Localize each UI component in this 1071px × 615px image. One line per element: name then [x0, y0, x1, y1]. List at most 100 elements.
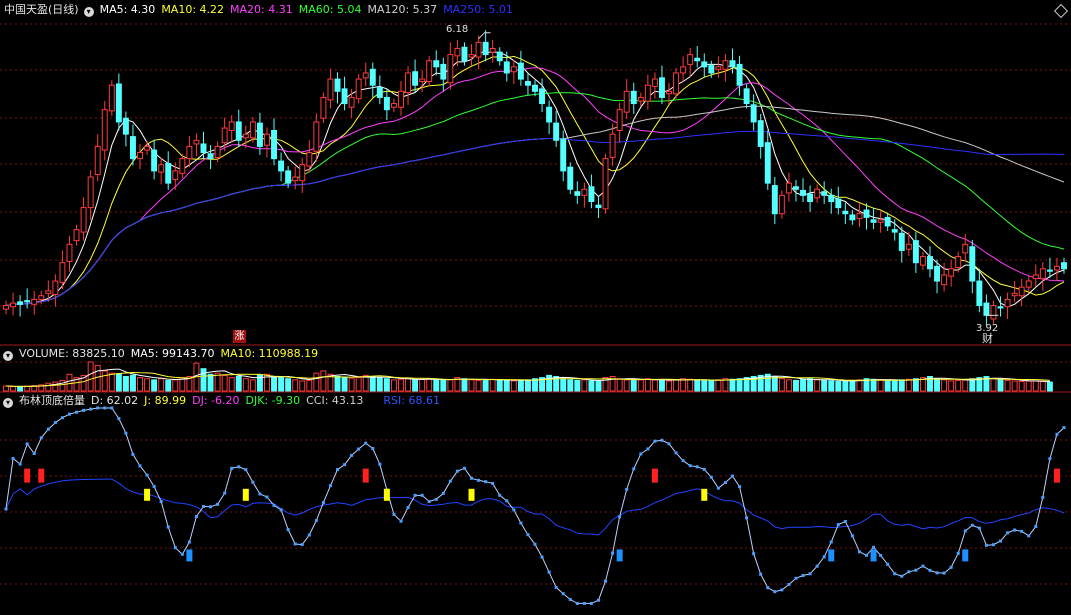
candle-down: [630, 90, 637, 105]
buy-signal-mark: [186, 549, 193, 562]
volume-bar: [412, 379, 419, 392]
volume-bar: [673, 379, 680, 392]
d-point: [11, 457, 15, 460]
d-point: [646, 447, 650, 451]
volume-bar: [771, 376, 778, 392]
indicator-rsi: RSI: 68.61: [383, 394, 440, 407]
buy-signal-mark: [870, 549, 877, 562]
candle-down: [588, 186, 595, 202]
top-signal-mark: [1053, 468, 1060, 483]
candle-down: [482, 41, 489, 56]
d-point: [53, 421, 57, 425]
candle-up: [10, 302, 17, 308]
candle-up: [722, 60, 729, 70]
candle-down: [771, 185, 778, 215]
candle-up: [1053, 265, 1060, 271]
d-point: [82, 408, 86, 412]
volume-bar: [990, 378, 997, 392]
d-point: [730, 474, 734, 478]
candle-up: [468, 54, 475, 58]
volume-bar: [807, 378, 814, 392]
indicator-j: J: 89.99: [144, 394, 187, 407]
candle-up: [172, 170, 179, 180]
volume-bar: [588, 380, 595, 392]
candle-down: [969, 246, 976, 282]
d-point: [632, 467, 636, 471]
volume-bar: [129, 374, 136, 392]
volume-bar: [687, 378, 694, 392]
d-point: [625, 487, 629, 491]
candle-up: [320, 96, 327, 119]
volume-bar: [45, 382, 52, 392]
d-point: [970, 523, 974, 527]
candle-up: [1004, 298, 1011, 308]
volume-bar: [158, 378, 165, 392]
d-point: [251, 480, 255, 484]
volume-bar: [24, 385, 31, 392]
volume-bar: [489, 378, 496, 392]
candle-down: [278, 160, 285, 172]
volume-bar: [1032, 380, 1039, 392]
volume-bar: [560, 378, 567, 392]
volume-bar: [778, 378, 785, 392]
volume-bar: [52, 381, 59, 392]
d-point: [364, 441, 368, 445]
d-point: [413, 493, 417, 497]
d-point: [307, 533, 311, 537]
d-point: [462, 466, 466, 470]
candle-down: [503, 61, 510, 74]
candle-up: [447, 54, 454, 84]
d-point: [1048, 457, 1052, 461]
volume-bar: [320, 370, 327, 392]
candle-up: [313, 121, 320, 152]
volume-bar: [426, 378, 433, 392]
sell-signal-mark: [242, 488, 249, 501]
volume-bar: [877, 379, 884, 392]
chevron-down-icon[interactable]: ▾: [3, 351, 13, 361]
legend-ma120: MA120: 5.37: [367, 3, 438, 16]
d-point: [794, 576, 798, 580]
d-point: [921, 564, 925, 568]
volume-bar: [800, 378, 806, 392]
d-point: [596, 598, 600, 602]
d-point: [343, 463, 347, 467]
candle-up: [962, 243, 969, 254]
high-price-label: 6.18: [446, 24, 468, 35]
candle-down: [983, 302, 990, 316]
legend-ma5: MA5: 4.30: [99, 3, 156, 16]
buy-signal-mark: [616, 549, 623, 562]
indicator-cci: CCI: 43.13: [306, 394, 364, 407]
d-point: [766, 586, 770, 590]
candle-down: [729, 60, 736, 68]
candle-down: [807, 193, 814, 202]
d-point: [145, 473, 149, 477]
volume-bar: [708, 379, 715, 392]
candle-down: [200, 143, 207, 154]
candle-down: [122, 117, 129, 135]
volume-bar: [955, 379, 962, 392]
candle-up: [108, 84, 115, 112]
d-point: [350, 453, 354, 457]
d-point: [67, 412, 71, 416]
candle-up: [1018, 286, 1025, 297]
d-point: [25, 442, 29, 446]
sell-signal-mark: [701, 488, 708, 501]
candle-up: [602, 158, 609, 210]
d-point: [907, 570, 911, 574]
d-point: [272, 503, 276, 507]
d-point: [434, 497, 438, 501]
candle-down: [912, 240, 919, 264]
chevron-down-icon[interactable]: ▾: [3, 398, 13, 408]
candle-down: [433, 60, 440, 68]
candle-up: [919, 256, 926, 266]
chevron-down-icon[interactable]: ▾: [83, 7, 94, 17]
candle-down: [842, 210, 849, 215]
volume-bar: [17, 386, 24, 392]
d-point: [477, 478, 481, 482]
volume-bar: [948, 380, 955, 392]
d-point: [611, 551, 615, 555]
d-point: [237, 465, 241, 469]
volume-bar: [461, 378, 468, 392]
volume-bar: [905, 378, 912, 392]
candle-up: [955, 256, 962, 269]
